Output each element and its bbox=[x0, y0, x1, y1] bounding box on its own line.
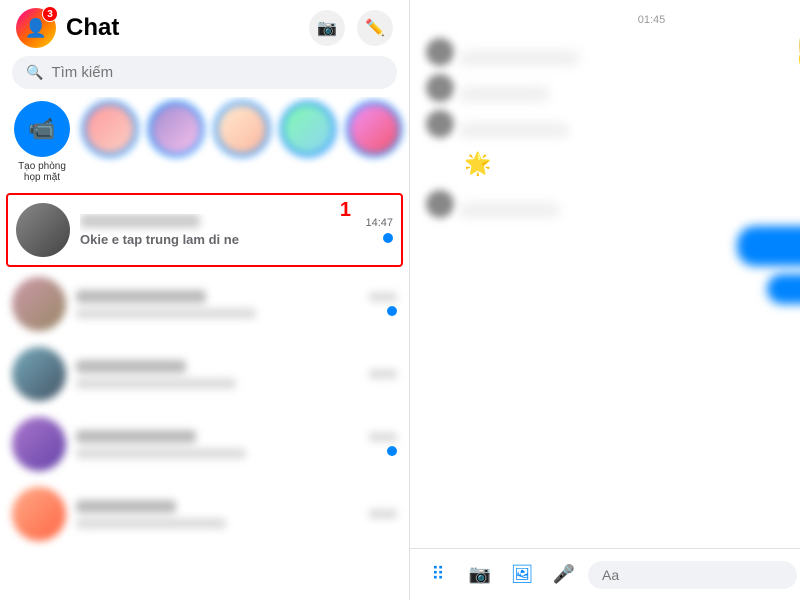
story-avatar-3 bbox=[214, 101, 270, 157]
message-bubble-2 bbox=[460, 86, 550, 102]
message-bubble-sent-1 bbox=[737, 226, 800, 266]
chat-avatar-img-4 bbox=[12, 417, 66, 471]
chat-avatar-img-3 bbox=[12, 347, 66, 401]
chat-avatar-2 bbox=[12, 277, 66, 331]
message-bubble-sent-2 bbox=[767, 274, 800, 304]
notification-badge: 3 bbox=[42, 6, 58, 22]
annotation-label-1: 1 bbox=[340, 199, 351, 222]
search-icon: 🔍 bbox=[26, 64, 43, 81]
stories-row: 📹 Tạo phòng họp mặt bbox=[0, 97, 409, 191]
chat-avatar-5 bbox=[12, 487, 66, 541]
chat-item-5[interactable] bbox=[0, 479, 409, 549]
message-bubble-1 bbox=[460, 50, 580, 66]
chat-list: Okie e tap trung lam di ne 14:47 1 bbox=[0, 191, 409, 600]
chat-avatar-4 bbox=[12, 417, 66, 471]
chat-item-3[interactable] bbox=[0, 339, 409, 409]
chat-time-4 bbox=[369, 432, 397, 442]
story-avatar-5 bbox=[346, 101, 402, 157]
chat-avatar-img-1 bbox=[16, 203, 70, 257]
chat-item-2[interactable] bbox=[0, 269, 409, 339]
message-row-1 bbox=[426, 38, 800, 66]
chat-avatar-3 bbox=[12, 347, 66, 401]
image-icon: 🖼 bbox=[511, 564, 534, 585]
message-input[interactable] bbox=[588, 561, 797, 589]
message-row-emoji: 🌟 bbox=[460, 146, 800, 182]
search-input[interactable] bbox=[51, 64, 383, 81]
chat-info-3 bbox=[76, 360, 363, 389]
sender-avatar-2 bbox=[426, 74, 454, 102]
left-panel: 👤 3 Chat 📷 ✏️ 🔍 📹 Tạo phòng họp mặt bbox=[0, 0, 410, 600]
create-room-story[interactable]: 📹 Tạo phòng họp mặt bbox=[12, 101, 72, 183]
search-bar[interactable]: 🔍 bbox=[12, 56, 397, 89]
message-row-sent-1 bbox=[426, 226, 800, 266]
chat-info-1: Okie e tap trung lam di ne bbox=[80, 214, 359, 247]
apps-button[interactable]: ⠿ bbox=[420, 557, 456, 593]
message-bubble-3 bbox=[460, 122, 570, 138]
chat-meta-4 bbox=[369, 432, 397, 456]
chat-time-3 bbox=[369, 369, 397, 379]
page-title: Chat bbox=[66, 14, 309, 42]
header-icons: 📷 ✏️ bbox=[309, 10, 393, 46]
message-row-4 bbox=[426, 190, 800, 218]
create-room-circle: 📹 bbox=[14, 101, 70, 157]
unread-dot-4 bbox=[387, 446, 397, 456]
message-bubble-4 bbox=[460, 202, 560, 218]
create-room-label: Tạo phòng họp mặt bbox=[12, 161, 72, 183]
chat-toolbar: ⠿ 📷 🖼 🎤 🙂 😱 bbox=[410, 548, 800, 600]
toolbar-camera-icon: 📷 bbox=[469, 564, 491, 585]
chat-time-2 bbox=[369, 292, 397, 302]
chat-meta-1: 14:47 bbox=[365, 217, 393, 243]
camera-button[interactable]: 📷 bbox=[309, 10, 345, 46]
chat-preview-1: Okie e tap trung lam di ne bbox=[80, 232, 359, 247]
chat-meta-3 bbox=[369, 369, 397, 379]
chat-time-5 bbox=[369, 509, 397, 519]
unread-dot-1 bbox=[383, 233, 393, 243]
story-item-4[interactable] bbox=[280, 101, 336, 183]
sender-avatar-3 bbox=[426, 110, 454, 138]
chat-avatar-img-5 bbox=[12, 487, 66, 541]
story-item-2[interactable] bbox=[148, 101, 204, 183]
chat-name-1 bbox=[80, 214, 200, 228]
chat-meta-2 bbox=[369, 292, 397, 316]
toolbar-camera-button[interactable]: 📷 bbox=[462, 557, 498, 593]
chat-info-2 bbox=[76, 290, 363, 319]
sender-avatar-1 bbox=[426, 38, 454, 66]
apps-icon: ⠿ bbox=[431, 564, 444, 585]
story-item-3[interactable] bbox=[214, 101, 270, 183]
mic-icon: 🎤 bbox=[553, 564, 575, 585]
right-panel: 😱 01:45 🌟 bbox=[410, 0, 800, 600]
video-add-icon: 📹 bbox=[14, 101, 70, 157]
message-row-sent-2 bbox=[426, 274, 800, 304]
sender-avatar-4 bbox=[426, 190, 454, 218]
story-avatar-2 bbox=[148, 101, 204, 157]
chat-avatar-img-2 bbox=[12, 277, 66, 331]
message-row-3 bbox=[426, 110, 800, 138]
unread-dot-2 bbox=[387, 306, 397, 316]
chat-info-5 bbox=[76, 500, 363, 529]
chat-item-4[interactable] bbox=[0, 409, 409, 479]
story-item-1[interactable] bbox=[82, 101, 138, 183]
message-time-label: 01:45 bbox=[426, 14, 800, 26]
mic-button[interactable]: 🎤 bbox=[546, 557, 582, 593]
chat-messages: 01:45 🌟 bbox=[410, 0, 800, 548]
message-row-2 bbox=[426, 74, 800, 102]
header: 👤 3 Chat 📷 ✏️ bbox=[0, 0, 409, 56]
edit-icon: ✏️ bbox=[365, 18, 385, 38]
image-button[interactable]: 🖼 bbox=[504, 557, 540, 593]
story-item-5[interactable] bbox=[346, 101, 402, 183]
chat-avatar-1 bbox=[16, 203, 70, 257]
story-avatar-4 bbox=[280, 101, 336, 157]
chat-item-1[interactable]: Okie e tap trung lam di ne 14:47 1 bbox=[6, 193, 403, 267]
story-avatar-1 bbox=[82, 101, 138, 157]
chat-time-1: 14:47 bbox=[365, 217, 393, 229]
chat-meta-5 bbox=[369, 509, 397, 519]
chat-info-4 bbox=[76, 430, 363, 459]
edit-button[interactable]: ✏️ bbox=[357, 10, 393, 46]
camera-icon: 📷 bbox=[317, 18, 337, 38]
emoji-reaction: 🌟 bbox=[460, 146, 496, 182]
user-avatar-wrapper[interactable]: 👤 3 bbox=[16, 8, 56, 48]
